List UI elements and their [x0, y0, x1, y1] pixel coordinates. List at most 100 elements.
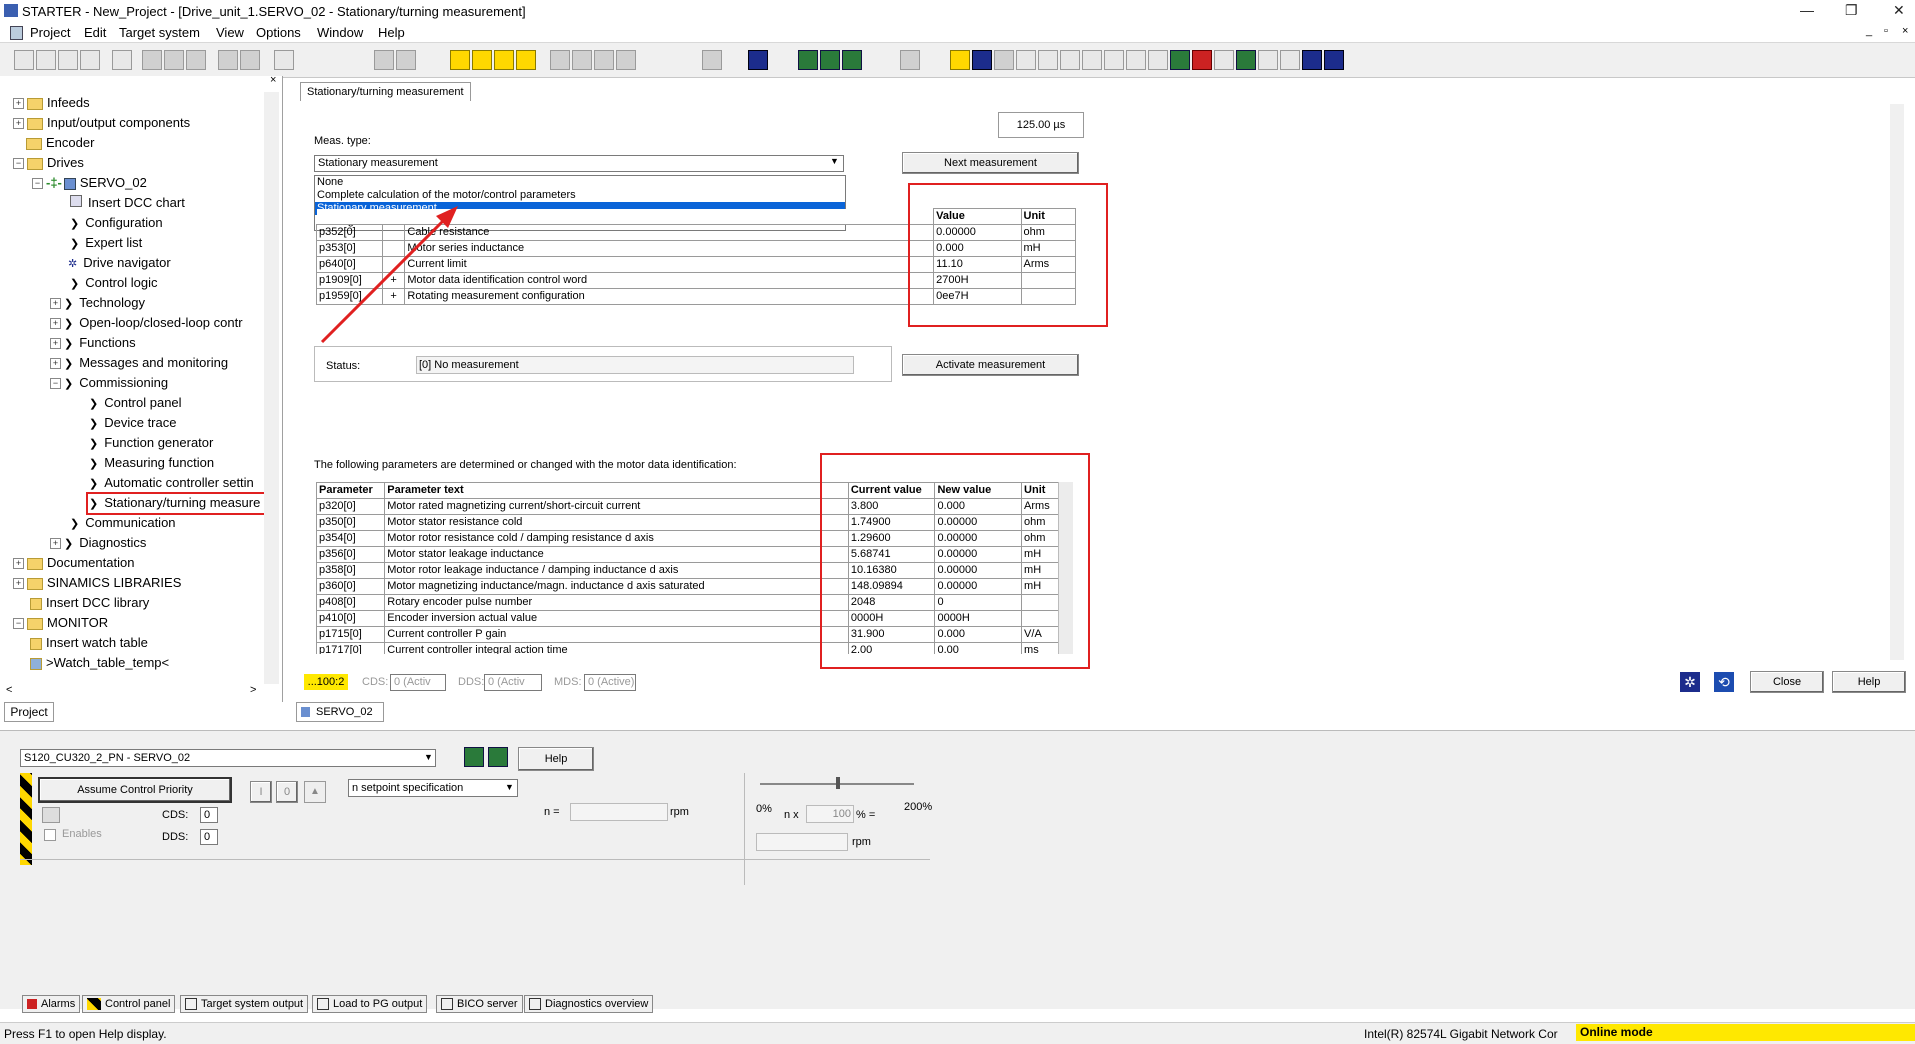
tool6-icon[interactable]	[1082, 50, 1102, 70]
menu-help[interactable]: Help	[378, 25, 405, 40]
tab-target-system-output[interactable]: Target system output	[180, 995, 309, 1013]
tab-control-panel[interactable]: Control panel	[82, 995, 176, 1013]
tool2-icon[interactable]	[994, 50, 1014, 70]
fx-icon[interactable]	[374, 50, 394, 70]
tree-item-function-generator[interactable]: ❯ Function generator	[89, 434, 213, 452]
chevron-down-icon[interactable]: ▼	[830, 156, 839, 166]
next-measurement-button[interactable]: Next measurement	[902, 152, 1079, 174]
connect-icon[interactable]	[450, 50, 470, 70]
close-tree-icon[interactable]: ×	[270, 74, 276, 86]
tree-item-open-closed-loop[interactable]: + ❯ Open-loop/closed-loop contr	[50, 314, 243, 332]
gear-icon[interactable]	[972, 50, 992, 70]
open-icon[interactable]	[36, 50, 56, 70]
menu-window[interactable]: Window	[317, 25, 363, 40]
main-vertical-scrollbar[interactable]	[1890, 104, 1904, 660]
save-icon[interactable]	[58, 50, 78, 70]
tree-vertical-scrollbar[interactable]	[264, 92, 279, 684]
drive-on-button[interactable]: I	[250, 781, 272, 803]
tab-stationary-turning[interactable]: Stationary/turning measurement	[300, 82, 471, 101]
accessible-nodes-icon[interactable]	[748, 50, 768, 70]
net-icon[interactable]	[550, 50, 570, 70]
tool7-icon[interactable]	[1104, 50, 1124, 70]
tool4-icon[interactable]	[1038, 50, 1058, 70]
trace2-icon[interactable]	[820, 50, 840, 70]
jog-icon[interactable]: ▲	[304, 781, 326, 803]
tree-item-commissioning[interactable]: − ❯ Commissioning	[50, 374, 168, 392]
control-icon-2[interactable]	[488, 747, 508, 767]
device3-icon[interactable]	[616, 50, 636, 70]
drive-off-button[interactable]: 0	[276, 781, 298, 803]
mdi-close-icon[interactable]: ×	[1902, 25, 1908, 37]
tool3-icon[interactable]	[1016, 50, 1036, 70]
tree-item-expert-list[interactable]: ❯ Expert list	[70, 234, 142, 252]
tool17-icon[interactable]	[1324, 50, 1344, 70]
tree-item-monitor[interactable]: − MONITOR	[13, 614, 108, 632]
device-icon[interactable]	[572, 50, 592, 70]
tab-load-to-pg-output[interactable]: Load to PG output	[312, 995, 428, 1013]
tree-item-functions[interactable]: + ❯ Functions	[50, 334, 136, 352]
cds-select[interactable]: 0 (Activ	[390, 674, 446, 691]
assume-control-priority-button[interactable]: Assume Control Priority	[38, 777, 232, 803]
print-icon[interactable]	[112, 50, 132, 70]
undo-icon[interactable]	[218, 50, 238, 70]
refresh-icon[interactable]: ⟲	[1714, 672, 1734, 692]
tree-item-documentation[interactable]: + Documentation	[13, 554, 134, 572]
chevron-down-icon[interactable]: ▼	[424, 752, 433, 762]
tree-item-communication[interactable]: ❯ Communication	[70, 514, 176, 532]
tree-item-device-trace[interactable]: ❯ Device trace	[89, 414, 176, 432]
tab-bico-server[interactable]: BICO server	[436, 995, 523, 1013]
new-icon[interactable]	[14, 50, 34, 70]
tree-item-encoder[interactable]: Encoder	[26, 134, 94, 152]
mdi-minimize-icon[interactable]: _	[1866, 25, 1872, 37]
option-none[interactable]: None	[315, 176, 845, 189]
compare-icon[interactable]	[516, 50, 536, 70]
tab-alarms[interactable]: Alarms	[22, 995, 81, 1013]
trace-icon[interactable]	[798, 50, 818, 70]
tree-item-control-panel[interactable]: ❯ Control panel	[89, 394, 182, 412]
tree-item-servo02[interactable]: − -‡- SERVO_02	[32, 174, 147, 192]
tool5-icon[interactable]	[1060, 50, 1080, 70]
tree-item-configuration[interactable]: ❯ Configuration	[70, 214, 163, 232]
control-panel-help-button[interactable]: Help	[518, 747, 594, 771]
tool8-icon[interactable]	[1126, 50, 1146, 70]
tree-item-watch-table-temp[interactable]: >Watch_table_temp<	[30, 654, 169, 672]
gear-icon[interactable]: ✲	[1680, 672, 1700, 692]
menu-view[interactable]: View	[216, 25, 244, 40]
list-icon[interactable]	[702, 50, 722, 70]
override-slider-thumb[interactable]	[836, 777, 840, 789]
tree-item-measuring-function[interactable]: ❯ Measuring function	[89, 454, 214, 472]
tool12-icon[interactable]	[1214, 50, 1234, 70]
tree-item-drive-navigator[interactable]: ✲ Drive navigator	[68, 254, 171, 272]
activate-measurement-button[interactable]: Activate measurement	[902, 354, 1079, 376]
fx2-icon[interactable]	[396, 50, 416, 70]
tree-scroll-right-icon[interactable]: >	[250, 684, 256, 696]
tree-scroll-left-icon[interactable]: <	[6, 684, 12, 696]
tool9-icon[interactable]	[1148, 50, 1168, 70]
tool11-icon[interactable]	[1192, 50, 1212, 70]
config-icon[interactable]	[900, 50, 920, 70]
tab-project[interactable]: Project	[4, 702, 54, 722]
scale-field[interactable]: 100	[806, 805, 854, 823]
tool15-icon[interactable]	[1280, 50, 1300, 70]
tree-item-sinamics-libraries[interactable]: + SINAMICS LIBRARIES	[13, 574, 181, 592]
restore-icon[interactable]: ❐	[1845, 2, 1858, 19]
meas-type-select[interactable]: Stationary measurement	[314, 155, 844, 172]
menu-edit[interactable]: Edit	[84, 25, 106, 40]
enables-checkbox[interactable]	[44, 829, 56, 841]
tree-item-insert-dcc-library[interactable]: Insert DCC library	[30, 594, 149, 612]
tab-diagnostics-overview[interactable]: Diagnostics overview	[524, 995, 654, 1013]
copy-icon[interactable]	[164, 50, 184, 70]
tree-item-insert-dcc-chart[interactable]: Insert DCC chart	[70, 194, 185, 212]
chevron-down-icon[interactable]: ▼	[505, 782, 514, 792]
download-icon[interactable]	[472, 50, 492, 70]
control-icon-1[interactable]	[464, 747, 484, 767]
close-button[interactable]: Close	[1750, 671, 1824, 693]
dds-select[interactable]: 0 (Activ	[484, 674, 542, 691]
help-button[interactable]: Help	[1832, 671, 1906, 693]
tree-item-io-components[interactable]: + Input/output components	[13, 114, 190, 132]
tool14-icon[interactable]	[1258, 50, 1278, 70]
minimize-icon[interactable]: —	[1800, 2, 1814, 18]
tree-item-infeeds[interactable]: + Infeeds	[13, 94, 90, 112]
save-all-icon[interactable]	[80, 50, 100, 70]
tree-item-diagnostics[interactable]: + ❯ Diagnostics	[50, 534, 146, 552]
